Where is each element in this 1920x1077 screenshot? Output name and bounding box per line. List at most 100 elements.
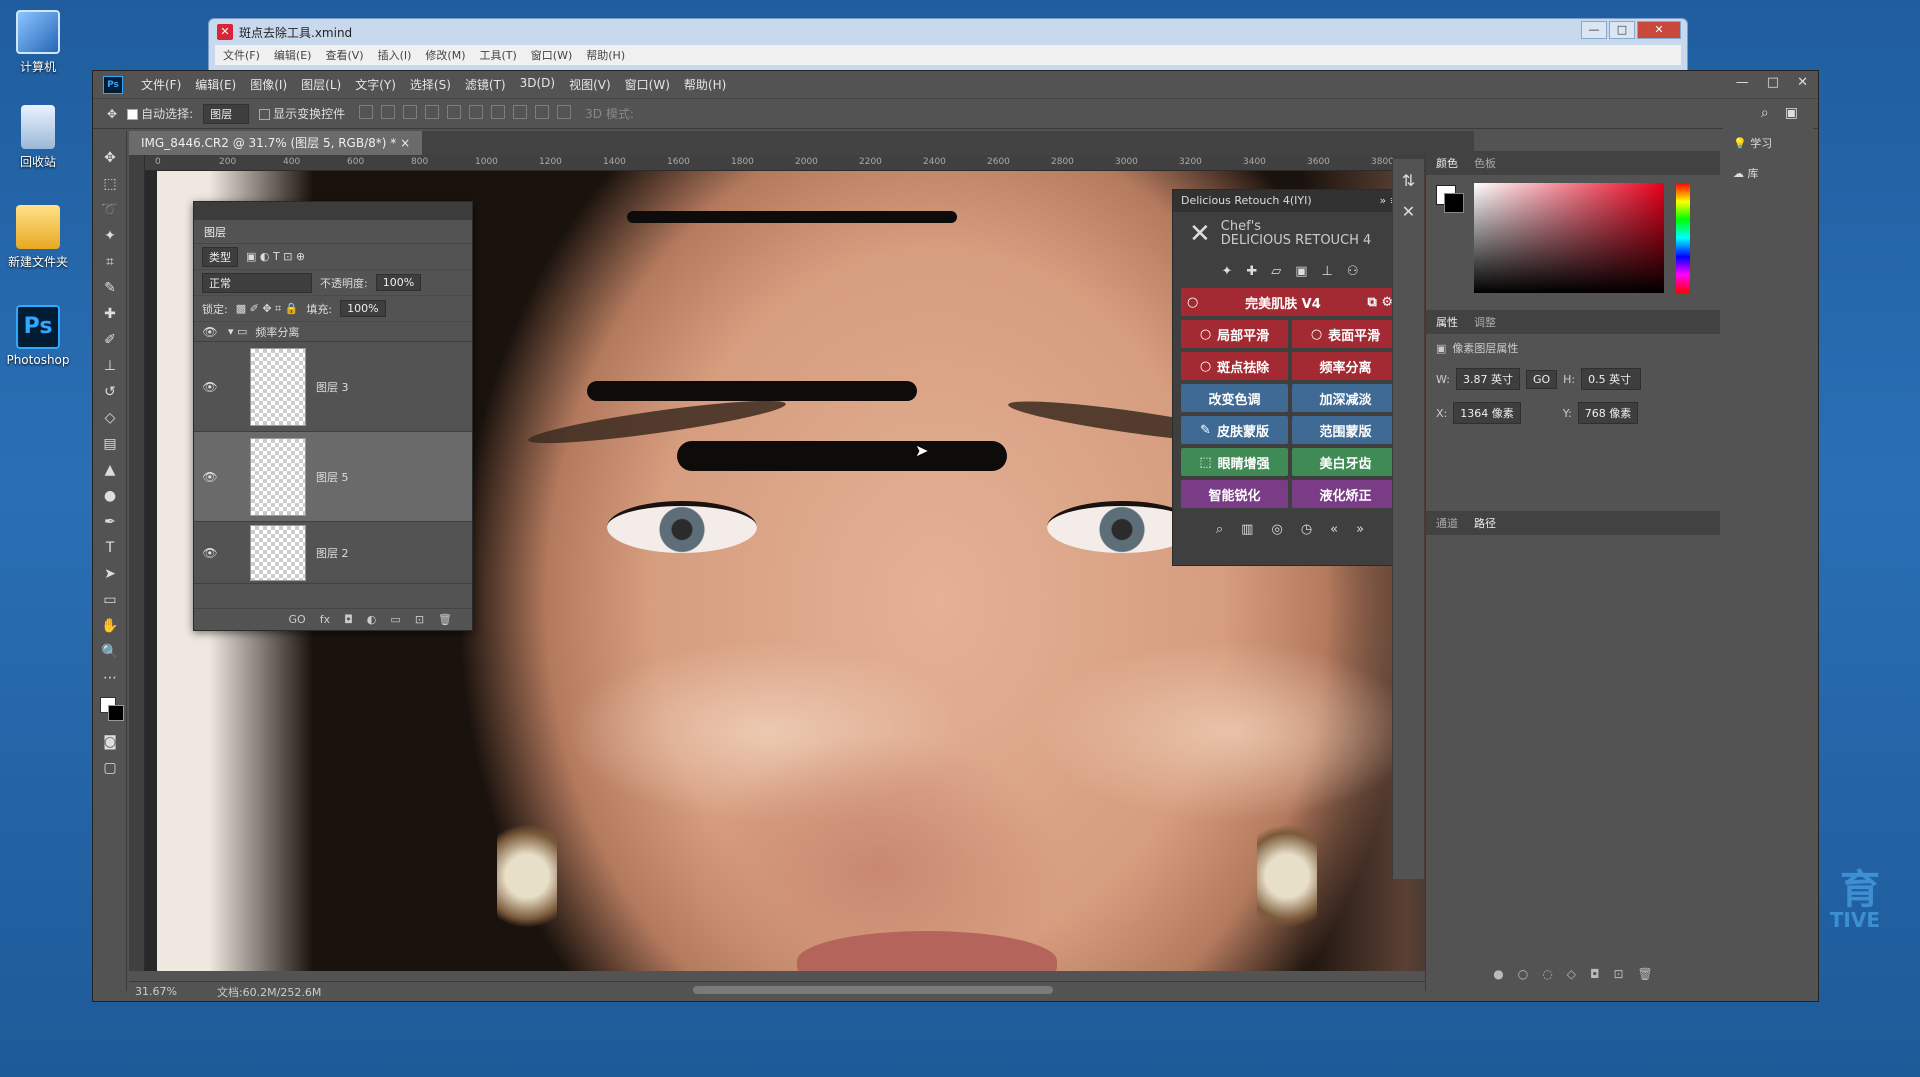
trash-icon[interactable]: 🗑	[438, 613, 452, 626]
new-group-icon[interactable]: ▭	[390, 613, 400, 626]
xmind-menu-item[interactable]: 查看(V)	[325, 47, 363, 63]
menu-file[interactable]: 文件(F)	[141, 76, 181, 93]
xmind-window[interactable]: ✕ 斑点去除工具.xmind 文件(F) 编辑(E) 查看(V) 插入(I) 修…	[208, 18, 1688, 78]
hue-slider[interactable]	[1676, 183, 1690, 293]
xmind-menu-item[interactable]: 帮助(H)	[586, 47, 625, 63]
whiten-teeth-button[interactable]: 美白牙齿	[1292, 448, 1399, 476]
minimize-button[interactable]: —	[1581, 21, 1607, 39]
surface-smooth-button[interactable]: ○ 表面平滑	[1292, 320, 1399, 348]
layer-row[interactable]: 👁 图层 2	[194, 522, 472, 584]
gradient-tool-icon[interactable]: ▤	[93, 431, 127, 457]
close-button[interactable]: ✕	[1637, 21, 1681, 39]
shape-tool-icon[interactable]: ▭	[93, 587, 127, 613]
trash-icon[interactable]: 🗑	[1638, 967, 1653, 981]
lasso-tool-icon[interactable]: ➰	[93, 197, 127, 223]
desktop-icon-new-folder[interactable]: 新建文件夹	[0, 205, 76, 270]
library-item[interactable]: ☁ 库	[1723, 151, 1813, 181]
eyedropper-icon[interactable]: ✎	[93, 275, 127, 301]
smart-sharpen-button[interactable]: 智能锐化	[1181, 480, 1288, 508]
crop-tool-icon[interactable]: ⌗	[93, 249, 127, 275]
pen-tool-icon[interactable]: ✒	[93, 509, 127, 535]
skin-mask-button[interactable]: ✎ 皮肤蒙版	[1181, 416, 1288, 444]
stroke-path-icon[interactable]: ○	[1518, 967, 1528, 981]
y-field[interactable]: 768 像素	[1577, 402, 1639, 424]
frequency-separation-button[interactable]: 频率分离	[1292, 352, 1399, 380]
wand-icon[interactable]: ✦	[1221, 264, 1232, 279]
menu-filter[interactable]: 滤镜(T)	[465, 76, 506, 93]
maximize-button[interactable]: □	[1609, 21, 1635, 39]
healing-brush-icon[interactable]: ✚	[93, 301, 127, 327]
learn-item[interactable]: 💡 学习	[1723, 121, 1813, 151]
align-left-icon[interactable]	[425, 105, 440, 119]
add-mask-icon[interactable]: ◘	[1590, 967, 1600, 981]
desktop-icon-photoshop[interactable]: Ps Photoshop	[0, 305, 76, 367]
align-right-icon[interactable]	[469, 105, 484, 119]
show-transform-checkbox[interactable]: 显示变换控件	[259, 105, 345, 122]
close-tab-icon[interactable]: ×	[400, 136, 410, 150]
chip-icon[interactable]: ▣	[1295, 264, 1307, 279]
lock-icons[interactable]: ▩ ✐ ✥ ⌗ 🔒	[236, 302, 299, 316]
history-brush-icon[interactable]: ↺	[93, 379, 127, 405]
xmind-menu-item[interactable]: 窗口(W)	[531, 47, 572, 63]
change-tone-button[interactable]: 改变色调	[1181, 384, 1288, 412]
fx-icon[interactable]: fx	[320, 613, 330, 626]
visibility-eye-icon[interactable]: 👁	[200, 546, 220, 560]
history-icon[interactable]: ◷	[1301, 522, 1312, 537]
add-mask-icon[interactable]: ◘	[344, 613, 353, 626]
stamp-tool-icon[interactable]: ⊥	[93, 353, 127, 379]
compare-icon[interactable]: ▥	[1241, 522, 1253, 537]
tab-layers[interactable]: 图层	[194, 220, 472, 244]
eye-enhance-button[interactable]: ⬚ 眼睛增强	[1181, 448, 1288, 476]
tab-adjustments[interactable]: 调整	[1474, 314, 1496, 330]
tab-paths[interactable]: 路径	[1474, 515, 1496, 531]
layer-group-row[interactable]: 👁 ▾ ▭ 频率分离	[194, 322, 472, 342]
adjustment-icon[interactable]: ◐	[367, 613, 377, 626]
workspace-icon[interactable]: ▣	[1785, 105, 1798, 121]
minimize-button[interactable]: —	[1736, 75, 1749, 90]
panel-drag-bar[interactable]	[194, 202, 472, 220]
spot-removal-button[interactable]: ○ 斑点祛除	[1181, 352, 1288, 380]
auto-select-dropdown[interactable]: 图层	[203, 103, 250, 124]
new-layer-icon[interactable]: ⊡	[415, 613, 424, 626]
kind-filter-dropdown[interactable]: 类型	[202, 246, 238, 267]
align-middle-icon[interactable]	[381, 105, 396, 119]
brush-tool-icon[interactable]: ✐	[93, 327, 127, 353]
search-icon[interactable]: ⌕	[1761, 105, 1769, 121]
distribute-icon[interactable]	[535, 105, 550, 119]
make-path-icon[interactable]: ◇	[1567, 967, 1576, 981]
zoom-icon[interactable]: ⌕	[1216, 522, 1223, 537]
view-icon[interactable]: ◎	[1271, 522, 1282, 537]
bandage-icon[interactable]: ✚	[1246, 264, 1257, 279]
stamp-icon[interactable]: ⊥	[1322, 264, 1333, 279]
retouch-panel-icon[interactable]: ✕	[1393, 202, 1424, 221]
load-selection-icon[interactable]: ◌	[1542, 967, 1552, 981]
liquify-button[interactable]: 液化矫正	[1292, 480, 1399, 508]
maximize-button[interactable]: □	[1767, 75, 1779, 90]
new-path-icon[interactable]: ⊡	[1613, 967, 1623, 981]
dodge-burn-button[interactable]: 加深减淡	[1292, 384, 1399, 412]
menu-type[interactable]: 文字(Y)	[355, 76, 396, 93]
auto-select-checkbox[interactable]: 自动选择:	[127, 105, 193, 122]
height-field[interactable]: 0.5 英寸	[1581, 368, 1642, 390]
align-bottom-icon[interactable]	[403, 105, 418, 119]
distribute-icon[interactable]	[513, 105, 528, 119]
background-color-swatch[interactable]	[1444, 193, 1464, 213]
x-field[interactable]: 1364 像素	[1453, 402, 1521, 424]
menu-help[interactable]: 帮助(H)	[684, 76, 726, 93]
background-color-swatch[interactable]	[108, 705, 124, 721]
menu-view[interactable]: 视图(V)	[569, 76, 611, 93]
zoom-level[interactable]: 31.67%	[135, 985, 177, 998]
tab-swatches[interactable]: 色板	[1474, 155, 1496, 171]
dodge-tool-icon[interactable]: ●	[93, 483, 127, 509]
magic-wand-icon[interactable]: ✦	[93, 223, 127, 249]
xmind-menu-item[interactable]: 插入(I)	[378, 47, 412, 63]
move-tool-icon[interactable]: ✥	[93, 145, 127, 171]
width-field[interactable]: 3.87 英寸	[1455, 368, 1520, 390]
menu-3d[interactable]: 3D(D)	[520, 76, 555, 93]
menu-window[interactable]: 窗口(W)	[625, 76, 670, 93]
ruler-icon[interactable]: ▱	[1271, 264, 1281, 279]
tab-color[interactable]: 颜色	[1436, 155, 1458, 171]
eraser-icon[interactable]: ◇	[93, 405, 127, 431]
type-tool-icon[interactable]: T	[93, 535, 127, 561]
blur-tool-icon[interactable]: ▲	[93, 457, 127, 483]
